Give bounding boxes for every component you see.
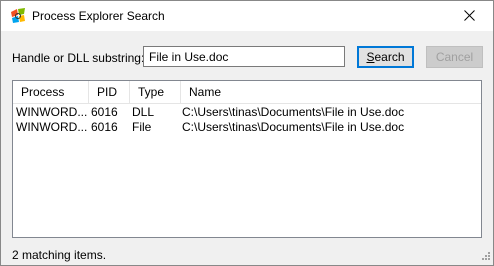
column-header-process[interactable]: Process: [13, 81, 89, 103]
search-button-label-rest: earch: [374, 50, 405, 64]
column-header-name-label: Name: [189, 85, 222, 99]
column-header-type[interactable]: Type: [130, 81, 181, 103]
close-button[interactable]: [447, 1, 493, 31]
window-title: Process Explorer Search: [32, 9, 165, 23]
handle-substring-value: File in Use.doc: [149, 50, 229, 64]
column-header-process-label: Process: [21, 85, 65, 99]
cancel-button[interactable]: Cancel: [426, 46, 483, 68]
handle-substring-label: Handle or DLL substring:: [12, 51, 145, 65]
title-bar[interactable]: Process Explorer Search: [1, 1, 493, 31]
column-header-pid-label: PID: [97, 85, 118, 99]
close-icon: [464, 10, 475, 21]
column-header-type-label: Type: [138, 85, 165, 99]
row-name: C:\Users\tinas\Documents\File in Use.doc: [182, 105, 405, 119]
status-text: 2 matching items.: [12, 248, 107, 262]
search-button[interactable]: Search: [357, 46, 414, 68]
row-process: WINWORD....: [16, 105, 88, 119]
search-dialog: Process Explorer Search Handle or DLL su…: [0, 0, 494, 266]
resize-grip-icon[interactable]: [479, 251, 491, 263]
row-pid: 6016: [91, 120, 118, 134]
results-header: Process PID Type Name: [13, 81, 481, 104]
table-row[interactable]: WINWORD.... 6016 DLL C:\Users\tinas\Docu…: [13, 105, 481, 120]
row-type: File: [132, 120, 152, 134]
row-name: C:\Users\tinas\Documents\File in Use.doc: [182, 120, 405, 134]
results-list[interactable]: Process PID Type Name WINWORD.... 6016 D…: [12, 80, 482, 238]
process-explorer-app-icon: [10, 8, 26, 24]
column-header-name[interactable]: Name: [181, 81, 481, 103]
handle-substring-input[interactable]: File in Use.doc: [143, 46, 345, 67]
table-row[interactable]: WINWORD.... 6016 File C:\Users\tinas\Doc…: [13, 120, 481, 135]
column-header-pid[interactable]: PID: [89, 81, 130, 103]
sort-ascending-icon: [101, 80, 110, 81]
row-pid: 6016: [91, 105, 118, 119]
row-process: WINWORD....: [16, 120, 88, 134]
row-type: DLL: [132, 105, 155, 119]
